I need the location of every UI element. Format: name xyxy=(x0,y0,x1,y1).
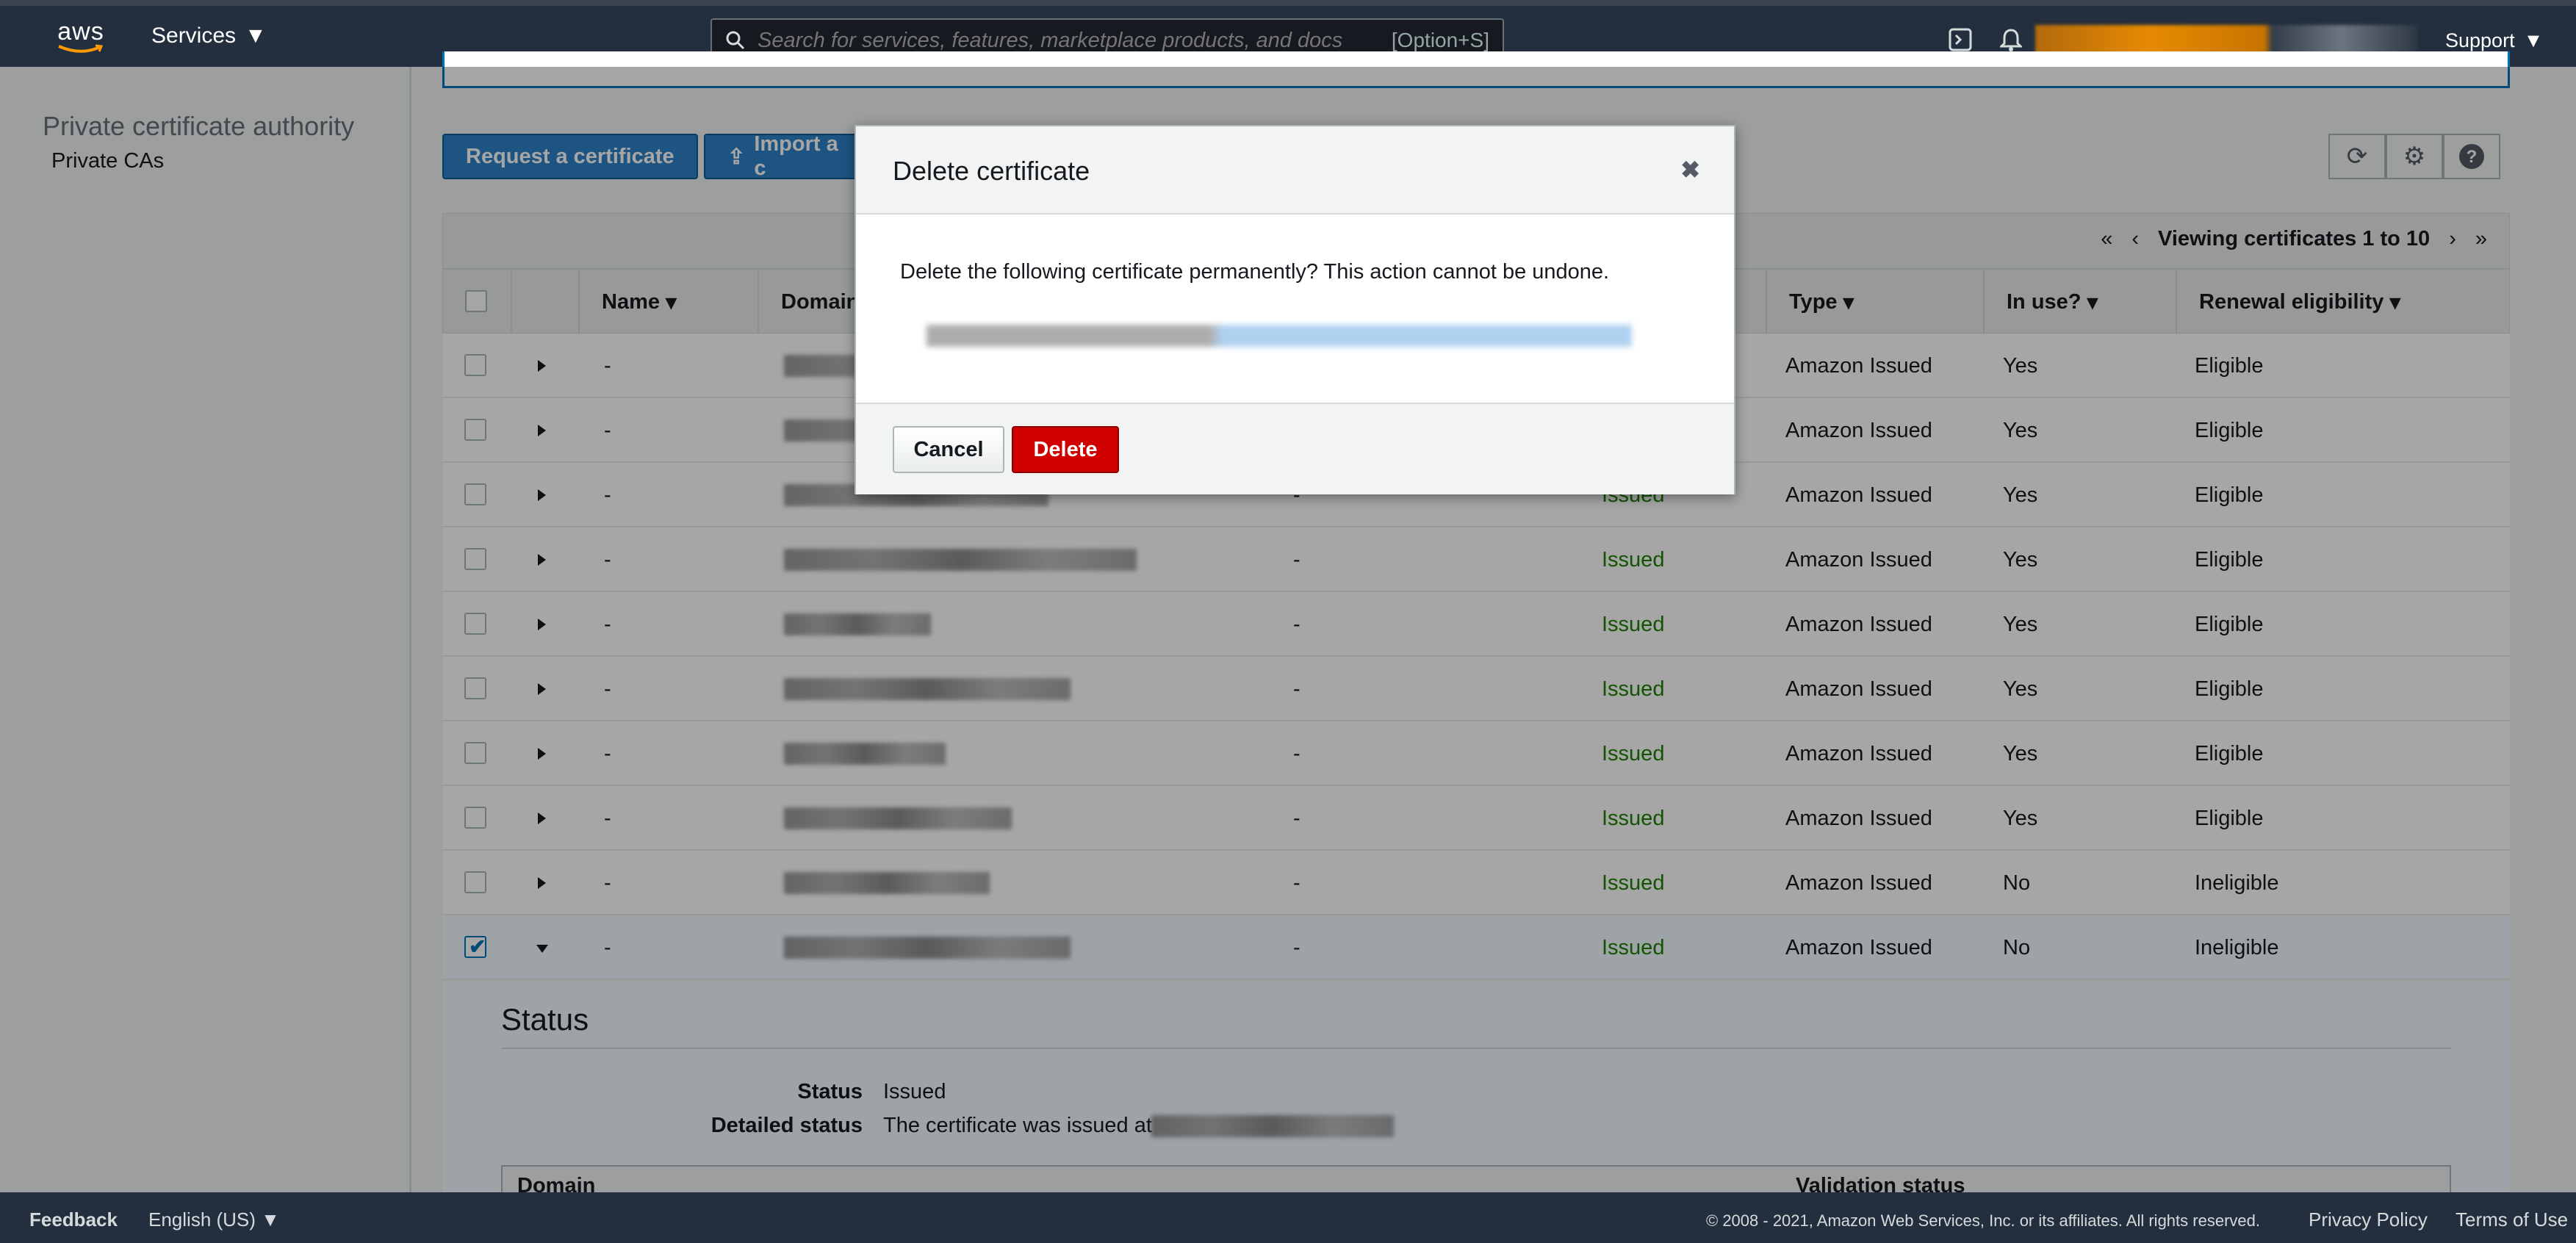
dialog-footer: Cancel Delete xyxy=(856,403,1734,494)
smile-icon xyxy=(58,44,104,53)
terms-of-use-link[interactable]: Terms of Use xyxy=(2456,1208,2568,1231)
support-menu[interactable]: Support ▼ xyxy=(2445,29,2543,52)
delete-button[interactable]: Delete xyxy=(1012,426,1119,473)
cancel-button[interactable]: Cancel xyxy=(893,426,1004,473)
caret-down-icon: ▼ xyxy=(261,1208,280,1231)
dialog-header: Delete certificate ✖ xyxy=(856,126,1734,215)
feedback-link[interactable]: Feedback xyxy=(29,1208,118,1231)
services-menu[interactable]: Services ▼ xyxy=(151,24,267,48)
delete-certificate-dialog: Delete certificate ✖ Delete the followin… xyxy=(855,125,1735,494)
caret-down-icon: ▼ xyxy=(245,24,267,48)
language-selector[interactable]: English (US) ▼ xyxy=(148,1208,280,1231)
bell-icon[interactable] xyxy=(2000,28,2022,51)
copyright: © 2008 - 2021, Amazon Web Services, Inc.… xyxy=(1706,1211,2260,1230)
footer: Feedback English (US) ▼ © 2008 - 2021, A… xyxy=(0,1192,2576,1243)
caret-down-icon: ▼ xyxy=(2523,29,2544,51)
search-input[interactable] xyxy=(758,28,1380,53)
dialog-title: Delete certificate xyxy=(893,156,1090,186)
close-icon[interactable]: ✖ xyxy=(1680,156,1700,184)
aws-logo[interactable]: aws xyxy=(51,19,110,60)
search-icon xyxy=(726,31,745,50)
privacy-policy-link[interactable]: Privacy Policy xyxy=(2309,1208,2428,1231)
dialog-message: Delete the following certificate permane… xyxy=(900,260,1610,284)
cloudshell-icon[interactable] xyxy=(1949,28,1972,51)
redacted-certificate-arn xyxy=(927,325,1632,347)
search-shortcut-hint: [Option+S] xyxy=(1391,29,1489,51)
